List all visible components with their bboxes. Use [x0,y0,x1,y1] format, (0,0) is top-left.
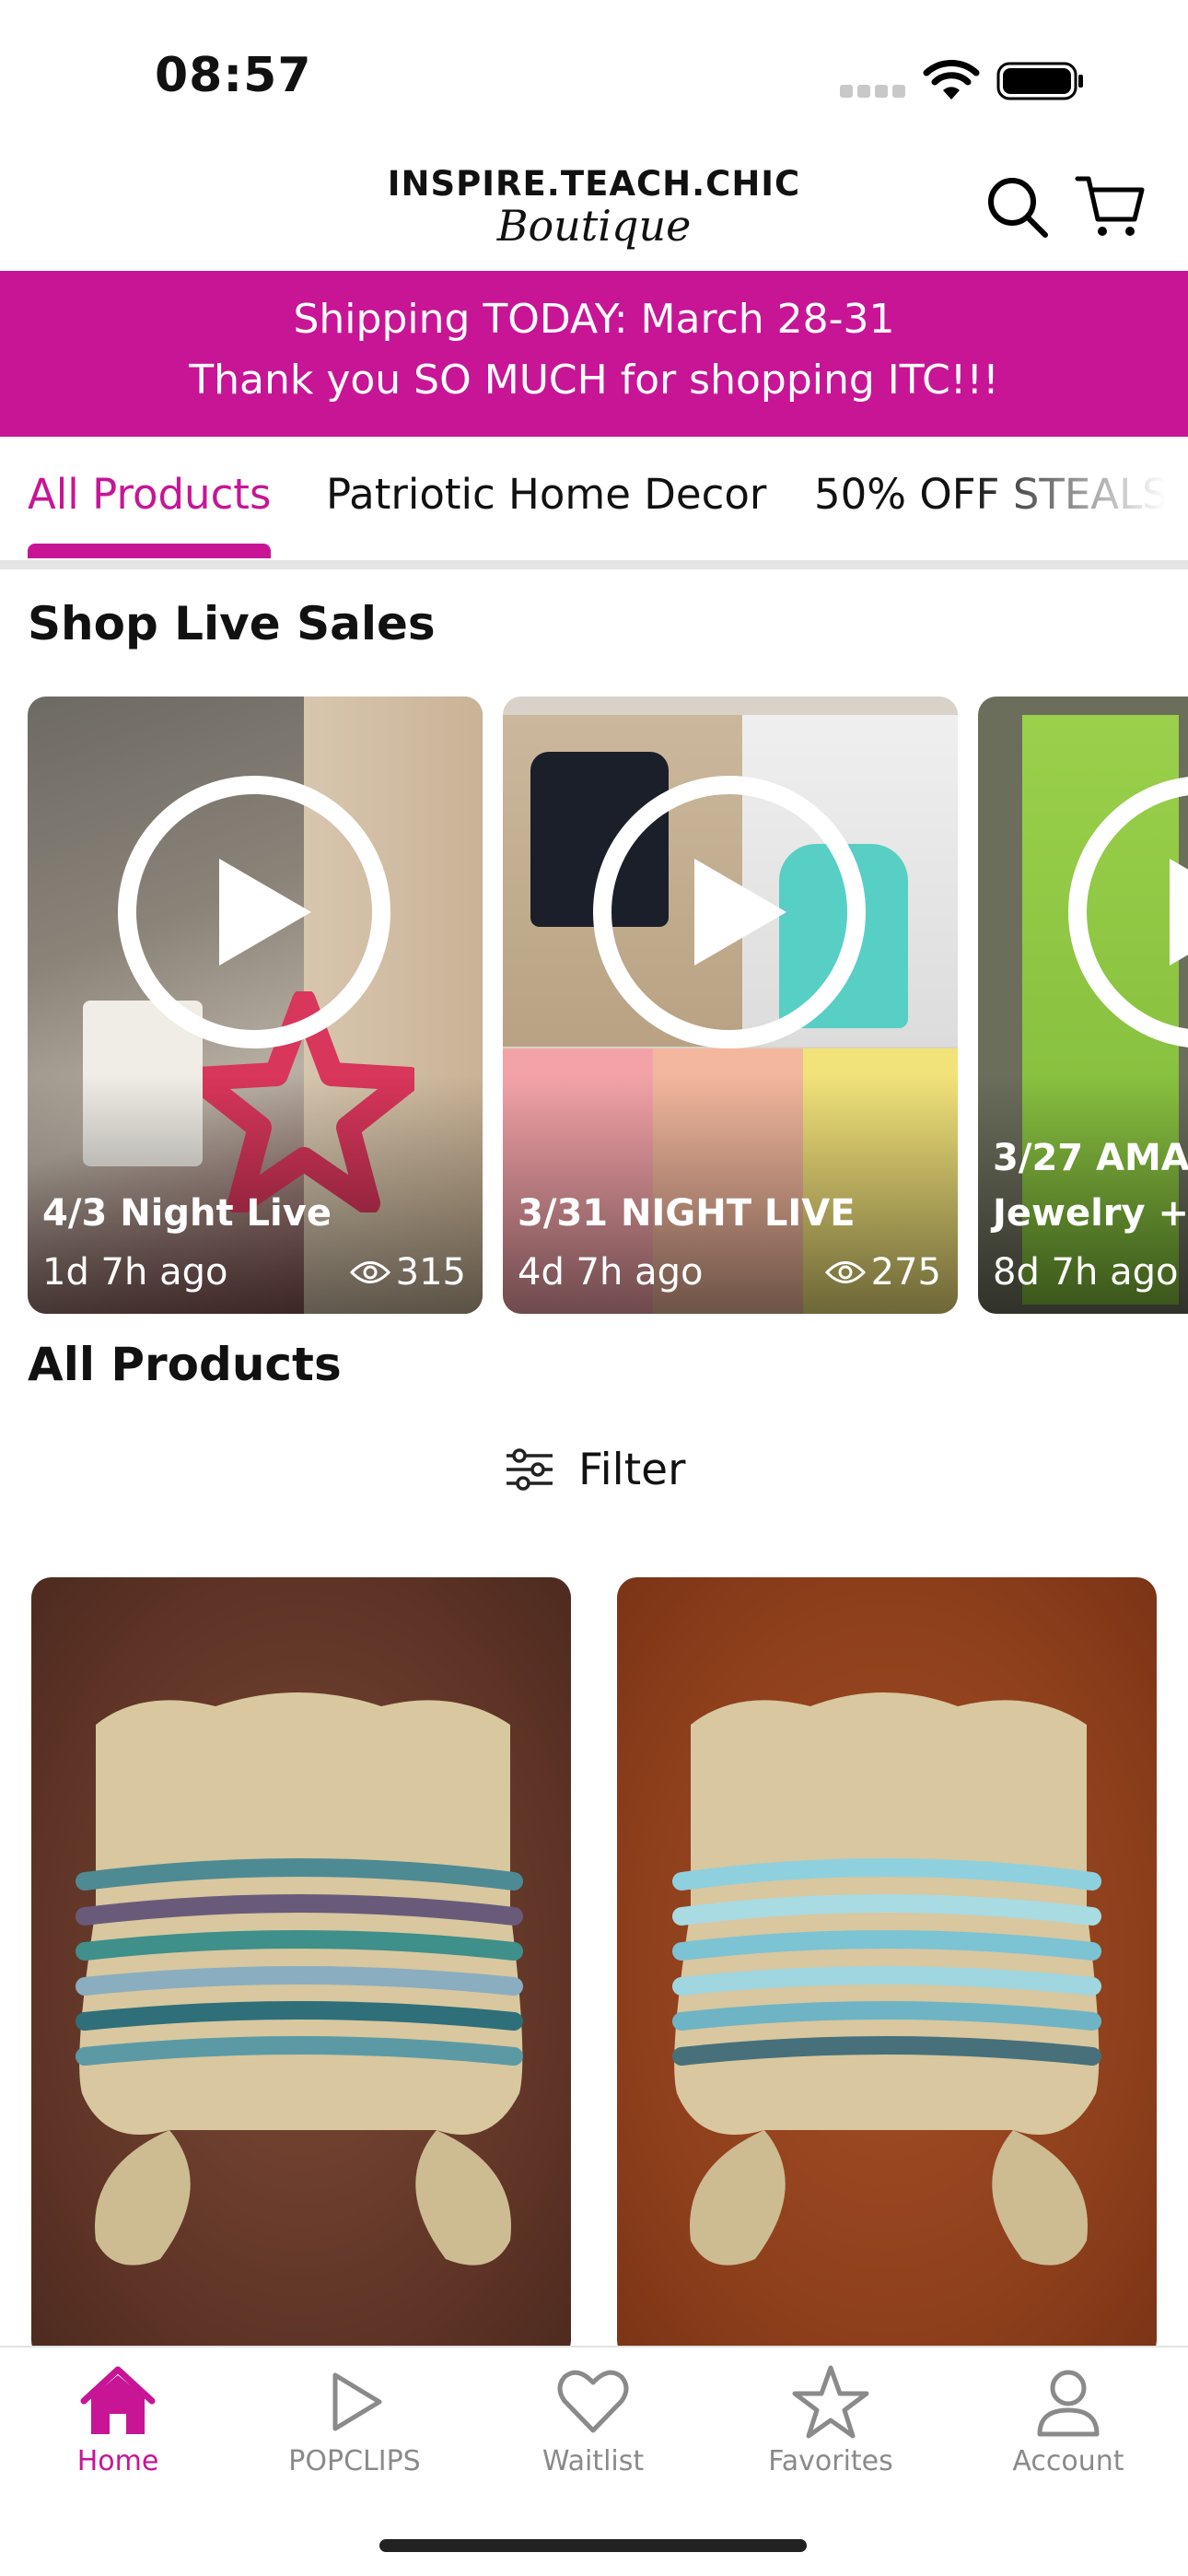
cellular-signal-icon [840,85,906,98]
eye-icon [824,1261,866,1283]
home-indicator[interactable] [379,2539,807,2552]
product-card[interactable] [617,1577,1157,2360]
nav-popclips[interactable]: POPCLIPS [244,2362,465,2477]
view-count: 315 [395,1251,466,1294]
live-sale-views: 275 [824,1251,941,1294]
nav-home[interactable]: Home [7,2362,228,2477]
banner-line-2: Thank you SO MUCH for shopping ITC!!! [189,357,999,404]
nav-waitlist-label: Waitlist [542,2445,645,2477]
status-bar: 08:57 [0,0,1188,147]
live-sale-time: 1d 7h ago [42,1251,228,1294]
live-sales-carousel[interactable]: 4/3 Night Live 1d 7h ago 315 3/31 NIGHT … [0,697,1188,1316]
live-sale-views: 315 [349,1251,466,1294]
wifi-icon [923,60,980,100]
tabs-fade-overlay [967,437,1188,568]
play-icon[interactable] [116,774,392,1050]
category-tabs: All Products Patriotic Home Decor 50% OF… [0,437,1188,568]
star-icon [792,2365,869,2439]
play-outline-icon [332,2372,382,2431]
filter-button[interactable]: Filter [505,1437,685,1502]
cart-icon[interactable] [1074,170,1146,241]
live-sale-title-line2: Jewelry + I [993,1192,1188,1235]
all-products-heading: All Products [28,1338,342,1391]
status-time: 08:57 [155,48,312,103]
live-sale-card[interactable]: 3/27 AMAZ Jewelry + I 8d 7h ago [978,697,1188,1314]
tab-patriotic-home-decor[interactable]: Patriotic Home Decor [326,470,766,519]
home-icon [80,2366,156,2434]
play-icon[interactable] [591,774,868,1050]
search-icon[interactable] [985,175,1050,240]
product-image [672,1692,1101,2266]
nav-account-label: Account [1012,2445,1124,2477]
live-sale-title: 3/31 NIGHT LIVE [518,1192,856,1235]
nav-favorites-label: Favorites [768,2445,893,2477]
heart-icon [557,2370,629,2433]
nav-home-label: Home [76,2445,159,2477]
promo-banner[interactable]: Shipping TODAY: March 28-31 Thank you SO… [0,271,1188,437]
view-count: 275 [870,1251,941,1294]
live-sales-heading: Shop Live Sales [28,597,436,650]
nav-favorites[interactable]: Favorites [720,2362,941,2477]
nav-waitlist[interactable]: Waitlist [483,2362,704,2477]
nav-account[interactable]: Account [958,2362,1179,2477]
product-card[interactable] [31,1577,571,2360]
banner-line-1: Shipping TODAY: March 28-31 [293,296,895,343]
tab-all-products[interactable]: All Products [28,470,271,519]
active-tab-indicator [28,544,271,558]
filter-sliders-icon [507,1448,553,1491]
filter-label: Filter [578,1444,686,1495]
play-icon[interactable] [1066,774,1188,1050]
app-header: INSPIRE.TEACH.CHIC Boutique [0,147,1188,271]
live-sale-time: 4d 7h ago [518,1251,704,1294]
live-sale-title: 3/27 AMAZ [993,1137,1188,1179]
live-sale-title: 4/3 Night Live [42,1192,332,1235]
user-icon [1037,2370,1100,2437]
live-sale-time: 8d 7h ago [993,1251,1179,1294]
eye-icon [349,1261,390,1283]
battery-icon [996,62,1083,100]
live-sale-card[interactable]: 3/31 NIGHT LIVE 4d 7h ago 275 [503,697,958,1314]
nav-popclips-label: POPCLIPS [288,2445,421,2477]
product-image [76,1692,523,2266]
live-sale-card[interactable]: 4/3 Night Live 1d 7h ago 315 [28,697,483,1314]
tabs-divider [0,560,1188,569]
